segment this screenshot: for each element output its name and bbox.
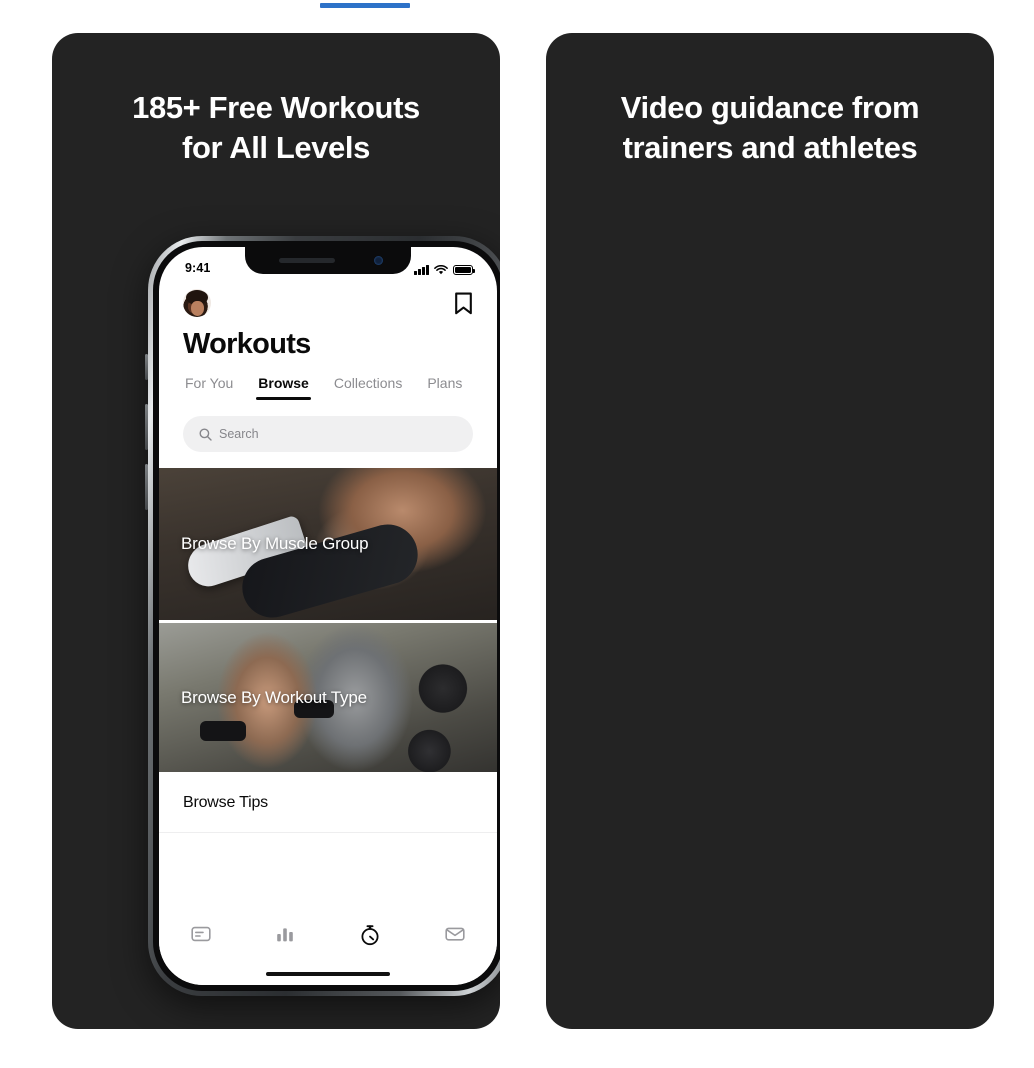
device-bezel-left: 9:41 Workouts For You Browse Collections… [153,241,500,991]
screenshot-stage: 185+ Free Workouts for All Levels 9:41 W… [0,0,1034,1068]
tab-browse[interactable]: Browse [256,375,311,400]
status-time: 9:41 [185,261,211,275]
card-browse-muscle-group[interactable]: Browse By Muscle Group [159,468,497,620]
status-bar-left: 9:41 [159,247,497,277]
battery-icon [453,265,476,275]
headline-line-1: 185+ Free Workouts [132,90,420,125]
envelope-icon[interactable] [444,923,466,945]
volume-up-button[interactable] [145,404,148,450]
headline-line-1: Video guidance from [620,90,920,125]
bar-chart-icon[interactable] [274,923,296,945]
search-input[interactable]: Search [183,416,473,452]
search-placeholder: Search [219,427,259,441]
search-icon [199,428,212,441]
headline-line-2: for All Levels [182,130,370,166]
card-label: Browse By Workout Type [181,687,367,707]
top-accent-bar [320,3,410,8]
phone-screen-left: 9:41 Workouts For You Browse Collections… [159,247,497,985]
volume-down-button[interactable] [145,464,148,510]
bookmark-icon[interactable] [454,292,473,315]
iphone-device-left: 9:41 Workouts For You Browse Collections… [145,236,500,996]
panel-right-headline: Video guidance from trainers and athlete… [546,88,994,169]
wifi-icon [434,264,448,275]
page-title: Workouts [183,328,311,360]
card-browse-workout-type[interactable]: Browse By Workout Type [159,620,497,772]
panel-left-headline: 185+ Free Workouts for All Levels [52,88,500,169]
browse-tips-label: Browse Tips [183,794,268,811]
cellular-signal-icon [414,265,429,275]
promo-panel-left: 185+ Free Workouts for All Levels 9:41 W… [52,33,500,1029]
app-header-left: Workouts For You Browse Collections Plan… [159,277,497,400]
tab-plans[interactable]: Plans [427,375,462,400]
tab-for-you[interactable]: For You [185,375,233,400]
home-indicator[interactable] [266,971,390,976]
stopwatch-icon[interactable] [358,923,382,947]
search-container: Search [159,400,497,468]
browse-tips-row[interactable]: Browse Tips [159,772,497,833]
avatar[interactable] [183,289,211,317]
promo-panel-right: Video guidance from trainers and athlete… [546,33,994,1029]
mute-switch[interactable] [145,354,148,380]
card-label: Browse By Muscle Group [181,534,369,553]
headline-line-2: trainers and athletes [622,130,918,166]
bottom-tab-bar [159,909,497,985]
feed-icon[interactable] [190,923,212,945]
tab-collections[interactable]: Collections [334,375,402,400]
tab-strip: For You Browse Collections Plans [183,375,473,400]
